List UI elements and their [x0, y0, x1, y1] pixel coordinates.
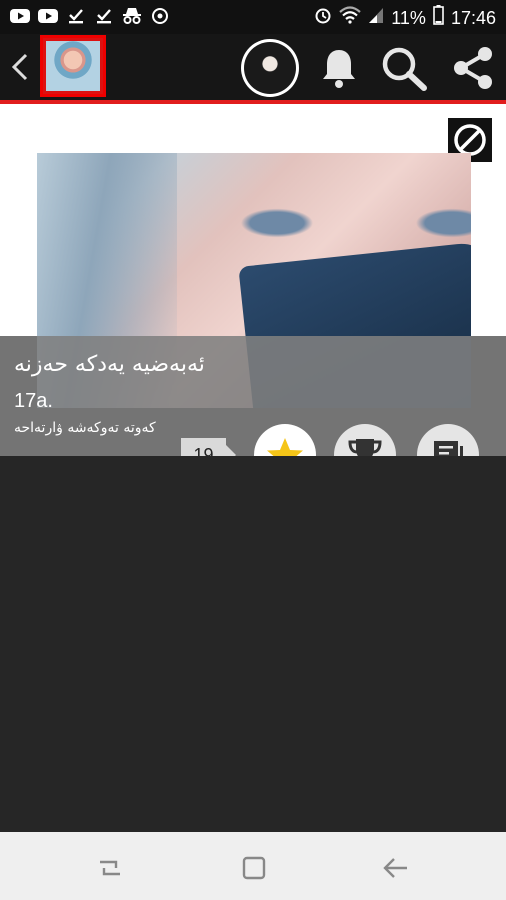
download-check-icon: [94, 7, 114, 25]
notifications-button[interactable]: [314, 40, 364, 96]
post-subtitle: 17a.: [14, 390, 53, 412]
nav-back-button[interactable]: [376, 848, 416, 888]
status-notifications: [10, 7, 170, 25]
signal-icon: [368, 6, 384, 29]
home-button[interactable]: [234, 848, 274, 888]
recents-icon: [100, 860, 120, 876]
post-caption: کەوتە تەوکەشە ۋارتەاحە: [14, 420, 156, 436]
app-logo-avatar[interactable]: [40, 35, 106, 97]
search-icon: [382, 47, 427, 91]
avatar-image: [244, 42, 296, 94]
recents-button[interactable]: [90, 848, 130, 888]
incognito-icon: [122, 7, 142, 25]
clock: 17:46: [450, 7, 496, 28]
wifi-icon: [339, 6, 361, 29]
youtube-icon: [10, 7, 30, 25]
youtube-icon: [38, 7, 58, 25]
share-button[interactable]: [448, 40, 498, 96]
post-title: ئەبەضیە یەدکە حەزنە: [14, 352, 205, 377]
status-bar: 11% 17:46: [0, 0, 506, 34]
back-arrow-icon: [383, 858, 407, 878]
battery-percent: 11%: [391, 7, 426, 28]
battery-icon: [433, 5, 444, 30]
content-area: [0, 456, 506, 832]
home-icon: [242, 856, 266, 880]
share-icon: [454, 47, 492, 89]
alarm-icon: [314, 6, 332, 29]
search-button[interactable]: [379, 40, 429, 96]
sync-icon: [150, 7, 170, 25]
chevron-left-icon: [11, 53, 28, 81]
back-button[interactable]: [8, 50, 32, 84]
user-avatar[interactable]: [241, 39, 299, 97]
bell-icon: [323, 50, 355, 88]
download-check-icon: [66, 7, 86, 25]
avatar-image: [46, 41, 100, 91]
status-system: 11% 17:46: [314, 5, 496, 30]
